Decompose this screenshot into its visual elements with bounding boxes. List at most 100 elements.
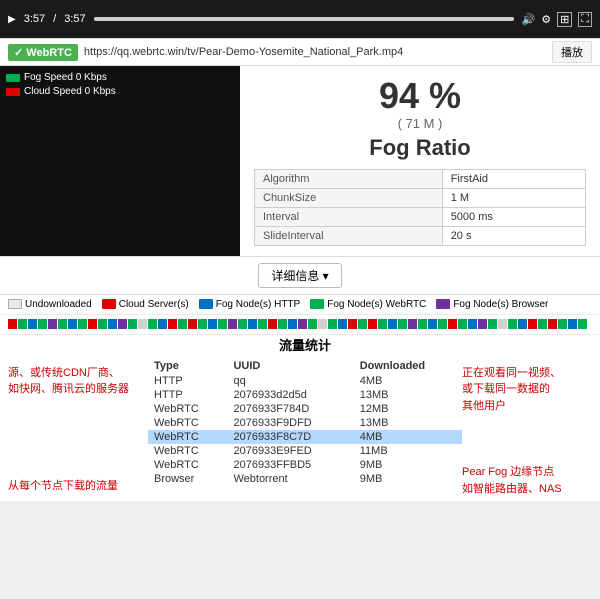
flow-table-row: HTTPqq4MB (148, 374, 462, 388)
fog-webrtc-swatch (310, 299, 324, 309)
chunk-item (188, 319, 197, 329)
video-player: ▶ 3:57 / 3:57 🔊 ⚙ ⊞ ⛶ (0, 0, 600, 38)
chunk-item (398, 319, 407, 329)
chunk-item (538, 319, 547, 329)
slideinterval-key: SlideInterval (255, 226, 443, 245)
flow-cell-downloaded: 9MB (354, 458, 462, 472)
chunk-item (498, 319, 507, 329)
col-uuid: UUID (227, 358, 353, 374)
chunk-item (508, 319, 517, 329)
ann-top-right-text: 正在观看同一视频、或下载同一数据的其他用户 (462, 365, 592, 415)
chunk-item (158, 319, 167, 329)
url-bar: ✓ WebRTC https://qq.webrtc.win/tv/Pear-D… (0, 38, 600, 66)
chunk-item (298, 319, 307, 329)
flow-cell-type: WebRTC (148, 416, 227, 430)
chunk-item (308, 319, 317, 329)
chunksize-value: 1 M (442, 188, 585, 207)
flow-section: 源、或传统CDN厂商、如快网、腾讯云的服务器 从每个节点下载的流量 流量统计 T… (0, 335, 600, 502)
main-content: Fog Speed 0 Kbps Cloud Speed 0 Kbps 94 %… (0, 66, 600, 257)
chunk-item (168, 319, 177, 329)
details-row: 详细信息 ▾ (0, 257, 600, 295)
stats-row-slideinterval: SlideInterval 20 s (255, 226, 586, 245)
fog-http-swatch (199, 299, 213, 309)
chunk-item (68, 319, 77, 329)
chunk-item (238, 319, 247, 329)
interval-value: 5000 ms (442, 207, 585, 226)
fog-speed-label: Fog Speed 0 Kbps (24, 72, 107, 83)
flow-cell-downloaded: 4MB (354, 430, 462, 444)
play-url-button[interactable]: 播放 (552, 41, 592, 63)
flow-cell-downloaded: 13MB (354, 388, 462, 402)
flow-stats-title: 流量统计 (148, 335, 462, 354)
slideinterval-value: 20 s (442, 226, 585, 245)
chunk-item (488, 319, 497, 329)
interval-key: Interval (255, 207, 443, 226)
fog-browser-swatch (436, 299, 450, 309)
chunk-item (118, 319, 127, 329)
flow-cell-uuid: 2076933d2d5d (227, 388, 353, 402)
flow-table-row: WebRTC2076933F8C7D4MB (148, 430, 462, 444)
chunk-item (528, 319, 537, 329)
chunk-item (348, 319, 357, 329)
col-downloaded: Downloaded (354, 358, 462, 374)
details-button[interactable]: 详细信息 ▾ (258, 263, 341, 288)
flow-cell-type: WebRTC (148, 402, 227, 416)
flow-table-row: WebRTC2076933F784D12MB (148, 402, 462, 416)
cloud-label: Cloud Server(s) (119, 299, 189, 310)
flow-cell-type: HTTP (148, 374, 227, 388)
chunk-item (278, 319, 287, 329)
flow-cell-type: WebRTC (148, 430, 227, 444)
speed-legend: Fog Speed 0 Kbps Cloud Speed 0 Kbps (6, 72, 116, 97)
flow-table-row: HTTP2076933d2d5d13MB (148, 388, 462, 402)
chunk-item (128, 319, 137, 329)
flow-cell-type: HTTP (148, 388, 227, 402)
flow-cell-downloaded: 11MB (354, 444, 462, 458)
ann-bottom-right-text: Pear Fog 边缘节点如智能路由器、NAS (462, 464, 592, 497)
legend-fog-webrtc: Fog Node(s) WebRTC (310, 299, 426, 310)
progress-fill (94, 17, 514, 21)
legend-bar: Undownloaded Cloud Server(s) Fog Node(s)… (0, 295, 600, 315)
chunk-item (208, 319, 217, 329)
flow-table-header: Type UUID Downloaded (148, 358, 462, 374)
webrtc-badge: ✓ WebRTC (8, 44, 78, 61)
chunk-item (58, 319, 67, 329)
chunk-item (548, 319, 557, 329)
flow-cell-uuid: 2076933F784D (227, 402, 353, 416)
cloud-speed-color (6, 88, 20, 96)
settings-icon[interactable]: ⚙ (541, 13, 551, 26)
chunk-item (48, 319, 57, 329)
player-controls: 🔊 ⚙ ⊞ ⛶ (522, 12, 593, 27)
annotation-right: 正在观看同一视频、或下载同一数据的其他用户 Pear Fog 边缘节点如智能路由… (462, 335, 592, 498)
chunk-item (518, 319, 527, 329)
flow-table-row: WebRTC2076933F9DFD13MB (148, 416, 462, 430)
stats-row-chunksize: ChunkSize 1 M (255, 188, 586, 207)
chunk-item (268, 319, 277, 329)
stats-row-algorithm: Algorithm FirstAid (255, 169, 586, 188)
flow-cell-downloaded: 13MB (354, 416, 462, 430)
chunk-item (378, 319, 387, 329)
time-display: 3:57 (24, 13, 45, 25)
progress-bar[interactable] (94, 17, 514, 21)
ann-top-left-text: 源、或传统CDN厂商、如快网、腾讯云的服务器 (8, 365, 148, 398)
chunk-item (178, 319, 187, 329)
cloud-speed-item: Cloud Speed 0 Kbps (6, 86, 116, 97)
legend-fog-http: Fog Node(s) HTTP (199, 299, 300, 310)
algorithm-value: FirstAid (442, 169, 585, 188)
legend-cloud: Cloud Server(s) (102, 299, 189, 310)
chunk-item (248, 319, 257, 329)
flow-cell-uuid: 2076933E9FED (227, 444, 353, 458)
chunk-item (338, 319, 347, 329)
chunk-item (368, 319, 377, 329)
play-icon[interactable]: ▶ (8, 14, 16, 25)
chunk-item (448, 319, 457, 329)
flow-table-row: BrowserWebtorrent9MB (148, 472, 462, 486)
chunk-item (578, 319, 587, 329)
flow-cell-type: WebRTC (148, 458, 227, 472)
flow-cell-uuid: 2076933FFBD5 (227, 458, 353, 472)
undownloaded-swatch (8, 299, 22, 309)
percentage-display: 94 % (254, 76, 586, 116)
flow-table-row: WebRTC2076933FFBD59MB (148, 458, 462, 472)
pip-icon[interactable]: ⊞ (557, 12, 572, 27)
fullscreen-icon[interactable]: ⛶ (578, 12, 592, 27)
volume-icon[interactable]: 🔊 (522, 13, 536, 26)
